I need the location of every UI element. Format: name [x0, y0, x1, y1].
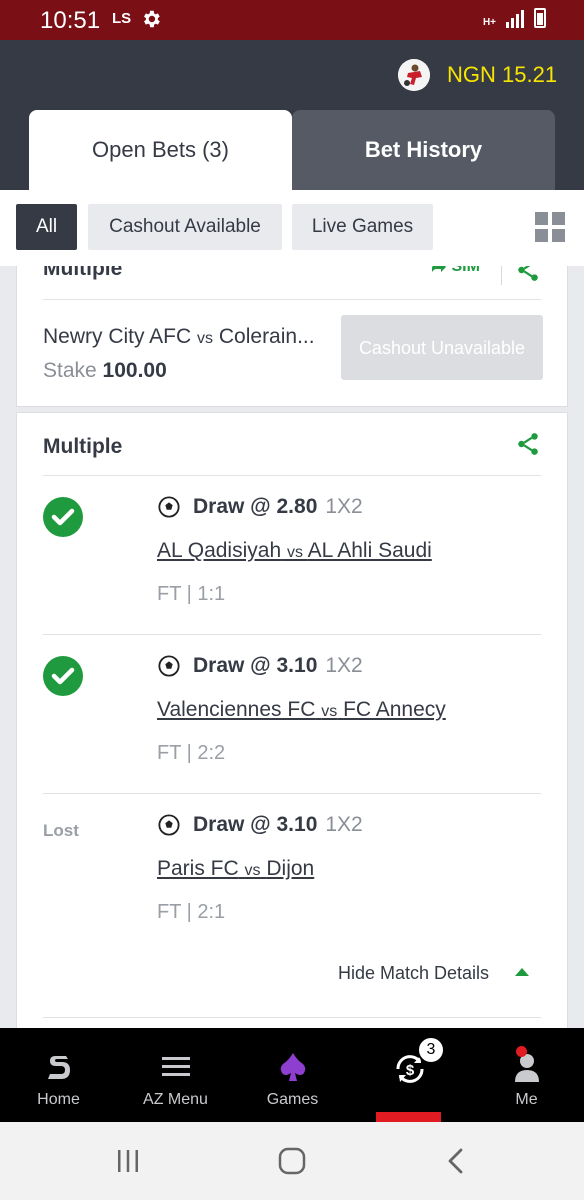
active-tab-indicator [376, 1112, 441, 1122]
bet-leg: Lost Draw @ 3.10 1X2 Paris FC vs Dijon FT… [17, 793, 569, 952]
svg-text:$: $ [405, 1062, 414, 1079]
sim-button[interactable]: SIM [431, 266, 480, 276]
match-result: FT | 2:2 [157, 742, 226, 764]
bet-match: Newry City AFC vs Colerain... [43, 325, 315, 349]
football-icon [158, 496, 180, 518]
spade-icon [280, 1053, 305, 1081]
pick-label: Draw @ 3.10 [193, 654, 318, 677]
won-check-icon [43, 656, 83, 696]
bet-type-title: Multiple [43, 266, 123, 280]
account-balance[interactable]: NGN 15.21 [447, 62, 557, 88]
divider [43, 299, 541, 300]
football-icon [158, 814, 180, 836]
match-result: FT | 1:1 [157, 583, 226, 605]
selection-pick: Draw @ 3.10 1X2 [193, 813, 363, 837]
bet-card[interactable]: Multiple SIM Newry City AFC vs Colerain.… [16, 266, 568, 407]
football-icon [158, 655, 180, 677]
match-link[interactable]: AL Qadisiyah vs AL Ahli Saudi [157, 539, 432, 563]
filter-live-games[interactable]: Live Games [292, 204, 433, 250]
hamburger-icon [161, 1057, 190, 1076]
nav-label: Me [515, 1091, 538, 1108]
stake-value: 100.00 [102, 359, 167, 382]
signal-icon [506, 10, 524, 28]
carrier-label: LS [112, 10, 132, 27]
chevron-up-icon[interactable] [515, 968, 529, 976]
sim-label: SIM [451, 266, 480, 275]
nav-label: Games [266, 1091, 319, 1108]
arrow-icon [432, 266, 446, 272]
nav-cashout[interactable]: $ [351, 1028, 468, 1122]
gear-icon [144, 10, 160, 28]
status-bar: 10:51 LS H+ [0, 0, 584, 40]
share-icon[interactable] [515, 266, 541, 283]
home-button-icon[interactable] [278, 1147, 306, 1175]
battery-icon [534, 8, 546, 28]
nav-label: AZ Menu [143, 1091, 208, 1108]
away-team: Dijon [266, 857, 315, 880]
sportybet-logo-icon [47, 1056, 70, 1079]
pick-label: Draw @ 3.10 [193, 813, 318, 836]
selection-pick: Draw @ 3.10 1X2 [193, 654, 363, 678]
away-team: Colerain... [218, 325, 315, 348]
away-team: AL Ahli Saudi [307, 539, 432, 562]
vs-label: vs [321, 703, 338, 720]
filter-all[interactable]: All [16, 204, 77, 250]
notification-dot [516, 1046, 527, 1057]
nav-az-menu[interactable]: AZ Menu [117, 1028, 234, 1122]
bet-leg: Draw @ 3.10 1X2 Valenciennes FC vs FC Ann… [17, 634, 569, 793]
match-link[interactable]: Paris FC vs Dijon [157, 857, 314, 881]
grid-view-icon[interactable] [535, 212, 565, 242]
home-team: AL Qadisiyah [157, 539, 282, 562]
nav-label: Home [37, 1091, 80, 1108]
back-icon[interactable] [444, 1148, 468, 1174]
player-avatar-icon [398, 59, 430, 91]
share-icon[interactable] [515, 431, 541, 457]
system-nav-bar [0, 1122, 584, 1200]
status-indicators: H+ [483, 8, 546, 28]
nav-games[interactable]: Games [234, 1028, 351, 1122]
lost-status-label: Lost [43, 821, 79, 840]
user-avatar[interactable] [398, 59, 430, 91]
market-label: 1X2 [325, 654, 363, 677]
filter-cashout-available[interactable]: Cashout Available [88, 204, 282, 250]
bet-card[interactable]: Multiple Draw @ 2.80 1X2 AL Qadisiyah vs … [16, 412, 568, 1028]
match-link[interactable]: Valenciennes FC vs FC Annecy [157, 698, 446, 722]
open-bets-count-badge: 3 [417, 1036, 445, 1064]
pick-label: Draw @ 2.80 [193, 495, 318, 518]
app-header: NGN 15.21 Open Bets (3) Bet History [0, 40, 584, 190]
filter-bar: All Cashout Available Live Games [0, 190, 584, 266]
bets-list: Multiple SIM Newry City AFC vs Colerain.… [0, 266, 584, 1028]
home-team: Paris FC [157, 857, 239, 880]
hide-match-details-button[interactable]: Hide Match Details [338, 963, 489, 984]
divider [501, 266, 502, 285]
recent-apps-icon[interactable] [116, 1149, 140, 1173]
vs-label: vs [244, 862, 261, 879]
match-result: FT | 2:1 [157, 901, 226, 923]
tab-bet-history[interactable]: Bet History [292, 110, 555, 190]
home-team: Newry City AFC [43, 325, 192, 348]
bet-type-title: Multiple [43, 435, 123, 458]
stake-info: Stake 100.00 [43, 359, 167, 383]
market-label: 1X2 [325, 495, 363, 518]
vs-label: vs [197, 330, 214, 347]
network-type: H+ [482, 17, 496, 28]
selection-pick: Draw @ 2.80 1X2 [193, 495, 363, 519]
market-label: 1X2 [325, 813, 363, 836]
away-team: FC Annecy [343, 698, 446, 721]
stake-label: Stake [43, 359, 97, 382]
home-team: Valenciennes FC [157, 698, 316, 721]
divider [43, 1017, 541, 1018]
person-icon [514, 1054, 539, 1082]
vs-label: vs [286, 544, 303, 561]
nav-me[interactable]: Me [468, 1028, 584, 1122]
tab-open-bets[interactable]: Open Bets (3) [29, 110, 292, 190]
cashout-unavailable-button[interactable]: Cashout Unavailable [341, 315, 543, 380]
status-time: 10:51 [40, 7, 101, 34]
bottom-nav: Home AZ Menu Games $ Me [0, 1028, 584, 1122]
nav-home[interactable]: Home [0, 1028, 117, 1122]
won-check-icon [43, 497, 83, 537]
bet-leg: Draw @ 2.80 1X2 AL Qadisiyah vs AL Ahli S… [17, 475, 569, 634]
